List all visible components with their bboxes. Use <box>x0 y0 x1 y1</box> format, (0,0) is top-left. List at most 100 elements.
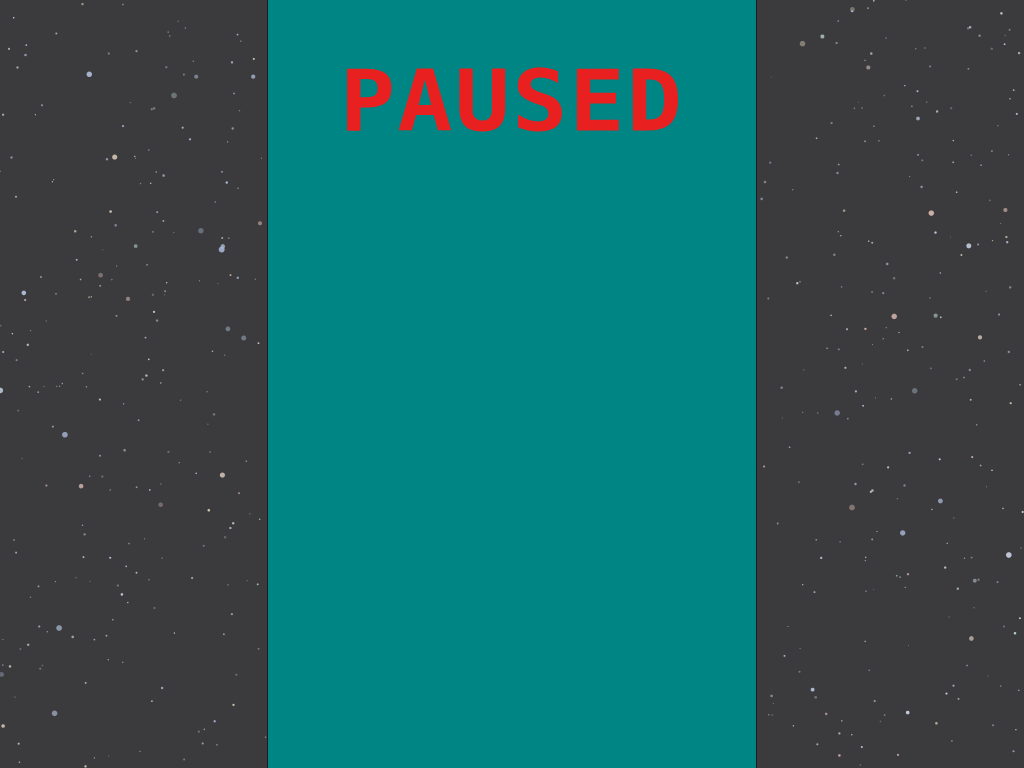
star <box>24 53 27 57</box>
star <box>181 126 184 129</box>
star <box>1 113 5 116</box>
star <box>235 673 238 676</box>
star <box>241 335 247 341</box>
star <box>971 456 974 459</box>
star <box>846 417 849 420</box>
star <box>28 385 31 388</box>
star <box>799 40 806 47</box>
star <box>81 372 84 375</box>
star <box>935 110 939 113</box>
star <box>147 149 150 151</box>
star <box>163 294 166 296</box>
star <box>15 195 17 198</box>
star <box>802 411 804 414</box>
star <box>771 714 773 716</box>
star <box>230 612 234 616</box>
star <box>883 714 886 716</box>
star <box>969 398 972 401</box>
star <box>991 239 994 242</box>
star <box>929 297 931 299</box>
star <box>162 369 165 372</box>
star <box>225 181 228 184</box>
star <box>926 101 928 103</box>
star <box>202 544 205 547</box>
star <box>141 378 144 381</box>
star <box>977 335 983 340</box>
star <box>840 286 843 288</box>
star <box>838 754 841 757</box>
star <box>788 446 791 449</box>
star <box>1021 510 1024 514</box>
star <box>30 330 32 332</box>
star <box>26 343 30 347</box>
star <box>195 472 198 475</box>
star <box>79 278 82 281</box>
star <box>796 282 799 285</box>
star <box>1020 547 1022 549</box>
star <box>873 699 876 703</box>
star <box>977 243 980 246</box>
star <box>872 0 875 2</box>
star <box>21 457 23 460</box>
star <box>198 227 204 234</box>
star <box>158 502 164 508</box>
star <box>861 463 864 466</box>
star <box>869 490 872 494</box>
star <box>946 542 948 544</box>
star <box>1017 51 1021 55</box>
star <box>152 310 156 313</box>
star <box>987 675 989 677</box>
star <box>98 454 102 457</box>
star <box>0 671 5 677</box>
star <box>55 32 58 35</box>
star <box>225 326 231 332</box>
star <box>144 336 147 339</box>
star <box>870 52 873 55</box>
star <box>977 578 980 581</box>
star <box>899 576 901 578</box>
star <box>0 170 1 172</box>
star <box>25 44 28 46</box>
star <box>34 114 37 116</box>
star <box>864 140 867 143</box>
star <box>879 720 882 723</box>
star <box>75 258 78 261</box>
star <box>1003 207 1008 213</box>
star <box>227 584 229 586</box>
playfield[interactable]: PAUSED <box>267 0 757 768</box>
star <box>190 576 194 580</box>
star <box>968 368 971 372</box>
star <box>51 181 54 183</box>
star <box>84 765 87 768</box>
star <box>93 757 96 759</box>
star <box>212 413 216 416</box>
star <box>156 211 159 214</box>
star <box>18 761 21 764</box>
star <box>903 484 906 487</box>
star <box>135 49 138 53</box>
star <box>1006 241 1009 244</box>
star <box>890 398 893 400</box>
star <box>990 47 993 50</box>
star <box>885 262 889 266</box>
star <box>921 159 924 162</box>
star <box>135 571 138 574</box>
star <box>935 722 938 725</box>
star <box>908 451 911 455</box>
star <box>1007 350 1010 354</box>
star <box>46 631 48 633</box>
star <box>851 734 853 736</box>
star <box>896 753 900 756</box>
star <box>904 84 906 87</box>
star <box>896 498 899 500</box>
star <box>178 462 180 464</box>
star <box>967 67 970 70</box>
star <box>223 536 227 539</box>
star <box>839 540 841 543</box>
star <box>945 692 948 695</box>
game-screen[interactable]: PAUSED <box>0 0 1024 768</box>
star <box>955 191 958 193</box>
star <box>917 153 920 156</box>
star <box>155 319 159 322</box>
star <box>787 625 789 628</box>
